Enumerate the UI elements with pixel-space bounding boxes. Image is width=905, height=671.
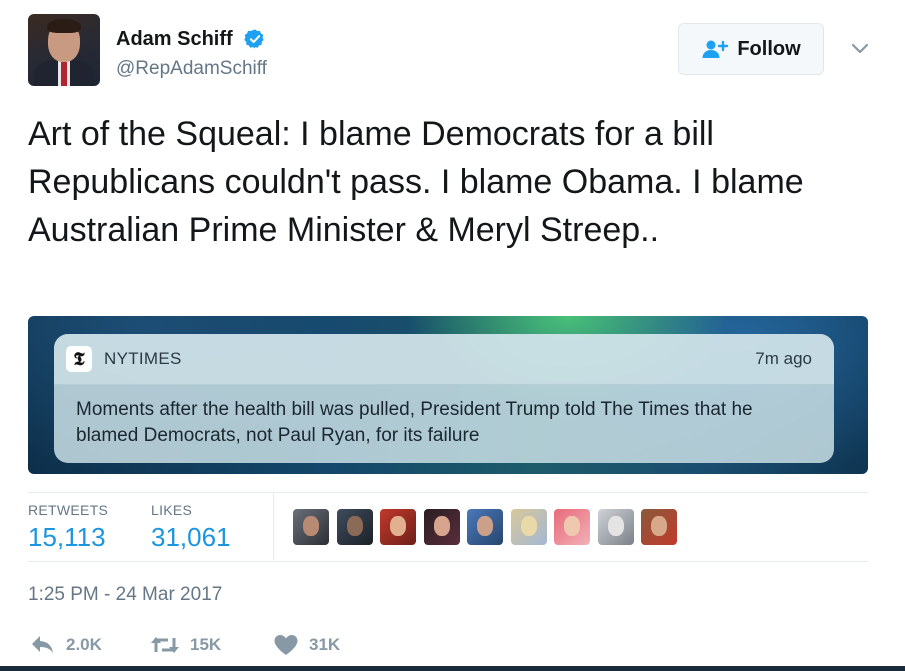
like-button[interactable]: 31K [273, 630, 340, 660]
retweet-count: 15K [190, 635, 222, 654]
reply-count: 2.0K [66, 635, 102, 654]
bottom-edge [0, 666, 905, 671]
nyt-logo-icon: 𝕿 [66, 346, 92, 372]
notification-time: 7m ago [755, 349, 812, 368]
author-avatar[interactable] [28, 14, 100, 86]
author-handle[interactable]: @RepAdamSchiff [116, 58, 267, 80]
liker-avatar[interactable] [293, 509, 329, 545]
divider [28, 561, 868, 562]
follow-person-icon [702, 40, 729, 58]
tweet-media-image[interactable]: 𝕿 NYTIMES 7m ago Moments after the healt… [28, 316, 868, 474]
like-count: 31K [309, 635, 341, 654]
author-name[interactable]: Adam Schiff [116, 28, 233, 51]
likes-label: LIKES [151, 502, 193, 518]
retweets-count[interactable]: 15,113 [28, 522, 106, 553]
liker-avatar[interactable] [467, 509, 503, 545]
verified-badge-icon [244, 29, 264, 49]
tweet-timestamp[interactable]: 1:25 PM - 24 Mar 2017 [28, 584, 222, 606]
tweet-text: Art of the Squeal: I blame Democrats for… [28, 115, 804, 249]
liker-avatar[interactable] [554, 509, 590, 545]
liker-avatar[interactable] [337, 509, 373, 545]
liker-avatar[interactable] [511, 509, 547, 545]
reply-button[interactable]: 2.0K [30, 630, 102, 660]
liker-avatar[interactable] [380, 509, 416, 545]
retweet-icon [151, 637, 179, 653]
notification-card: 𝕿 NYTIMES 7m ago Moments after the healt… [54, 334, 834, 463]
retweets-label: RETWEETS [28, 502, 109, 518]
reply-icon [32, 636, 53, 653]
retweet-button[interactable]: 15K [150, 630, 221, 660]
notification-app-name: NYTIMES [104, 349, 182, 368]
follow-label: Follow [737, 37, 801, 60]
heart-icon [274, 635, 298, 655]
follow-button[interactable]: Follow [678, 23, 824, 75]
likes-count[interactable]: 31,061 [151, 522, 231, 553]
divider [28, 492, 868, 493]
chevron-down-icon[interactable] [850, 38, 870, 58]
liker-avatar[interactable] [424, 509, 460, 545]
stats-separator [273, 492, 274, 560]
notification-message: Moments after the health bill was pulled… [76, 399, 753, 446]
liker-avatar[interactable] [641, 509, 677, 545]
liker-avatar[interactable] [598, 509, 634, 545]
